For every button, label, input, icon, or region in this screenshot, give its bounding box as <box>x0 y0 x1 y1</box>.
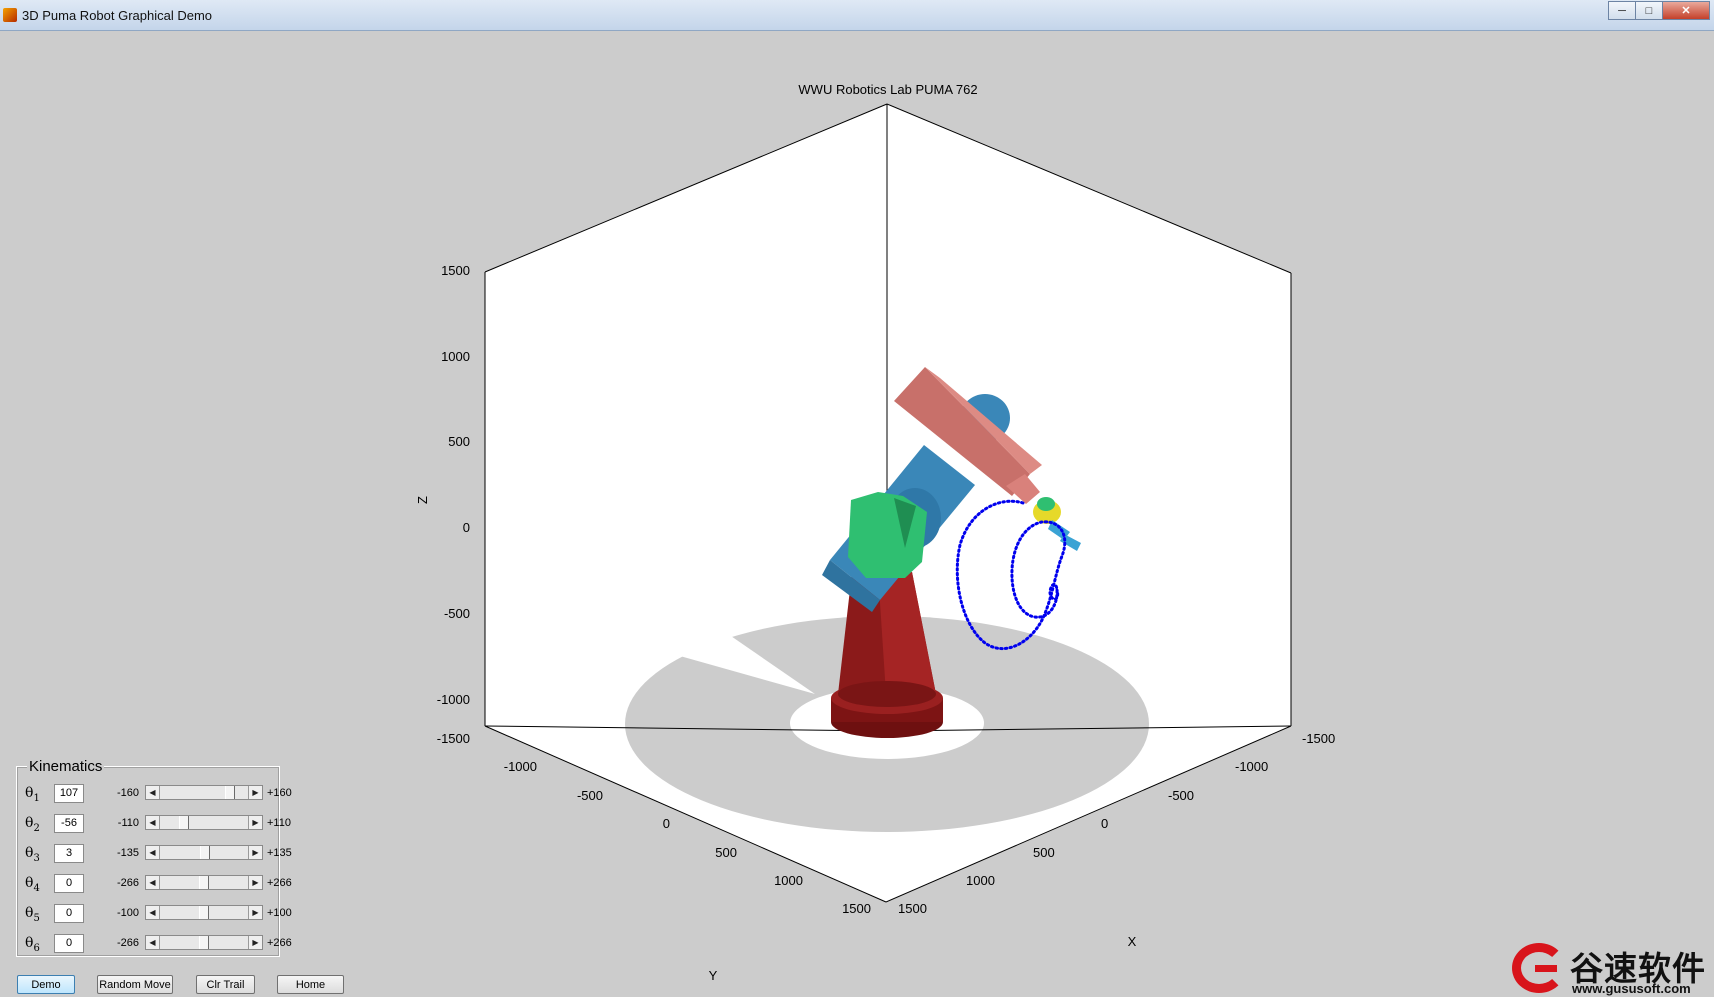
svg-text:1500: 1500 <box>842 901 871 916</box>
joint-4-min: -266 <box>116 877 139 889</box>
joint-4-value[interactable]: 0 <box>54 874 84 893</box>
svg-text:-1500: -1500 <box>1302 731 1335 746</box>
joint-4-max: +266 <box>267 877 292 889</box>
y-axis-label: Y <box>709 968 718 983</box>
joint-2-slider[interactable]: ◀ ▶ <box>145 815 263 830</box>
joint-6-value[interactable]: 0 <box>54 934 84 953</box>
joint-row-3: θ3 3 -135 ◀ ▶ +135 <box>23 842 292 866</box>
svg-text:-1000: -1000 <box>504 759 537 774</box>
svg-text:500: 500 <box>715 845 737 860</box>
joint-5-min: -100 <box>116 907 139 919</box>
joint-1-value[interactable]: 107 <box>54 784 84 803</box>
kinematics-title: Kinematics <box>27 758 105 775</box>
clr-trail-button[interactable]: Clr Trail <box>196 975 255 994</box>
slider-right-arrow-icon[interactable]: ▶ <box>248 936 262 949</box>
maximize-button[interactable]: □ <box>1635 1 1663 20</box>
slider-left-arrow-icon[interactable]: ◀ <box>146 786 160 799</box>
gusu-logo-icon <box>1512 943 1566 993</box>
slider-right-arrow-icon[interactable]: ▶ <box>248 876 262 889</box>
svg-text:-1500: -1500 <box>437 731 470 746</box>
plot-title: WWU Robotics Lab PUMA 762 <box>798 82 977 97</box>
joint-1-min: -160 <box>116 787 139 799</box>
joint-symbol: θ3 <box>25 845 40 864</box>
joint-row-2: θ2 -56 -110 ◀ ▶ +110 <box>23 812 291 836</box>
svg-text:0: 0 <box>1101 816 1108 831</box>
slider-thumb[interactable] <box>199 846 210 859</box>
slider-thumb[interactable] <box>199 936 209 949</box>
slider-right-arrow-icon[interactable]: ▶ <box>248 816 262 829</box>
slider-thumb[interactable] <box>225 786 236 799</box>
svg-text:1500: 1500 <box>441 263 470 278</box>
wrist-green <box>1037 497 1055 511</box>
svg-text:0: 0 <box>663 816 670 831</box>
svg-text:500: 500 <box>448 434 470 449</box>
random-move-button[interactable]: Random Move <box>97 975 173 994</box>
joint-symbol: θ6 <box>25 935 40 954</box>
joint-3-slider[interactable]: ◀ ▶ <box>145 845 263 860</box>
joint-symbol: θ5 <box>25 905 40 924</box>
joint-1-max: +160 <box>267 787 292 799</box>
svg-text:-1000: -1000 <box>1235 759 1268 774</box>
title-bar: 3D Puma Robot Graphical Demo ─ □ ✕ <box>0 0 1714 31</box>
svg-text:500: 500 <box>1033 845 1055 860</box>
window-title: 3D Puma Robot Graphical Demo <box>22 8 213 23</box>
joint-3-value[interactable]: 3 <box>54 844 84 863</box>
svg-text:-1000: -1000 <box>437 692 470 707</box>
svg-text:0: 0 <box>463 520 470 535</box>
joint-symbol: θ1 <box>25 785 40 804</box>
joint-3-max: +135 <box>267 847 292 859</box>
joint-6-slider[interactable]: ◀ ▶ <box>145 935 263 950</box>
minimize-button[interactable]: ─ <box>1608 1 1636 20</box>
z-axis-ticks: 1500 1000 500 0 -500 -1000 <box>437 263 470 707</box>
joint-5-max: +100 <box>267 907 292 919</box>
joint-row-1: θ1 107 -160 ◀ ▶ +160 <box>23 782 292 806</box>
home-button[interactable]: Home <box>277 975 344 994</box>
svg-text:1000: 1000 <box>966 873 995 888</box>
svg-text:1000: 1000 <box>441 349 470 364</box>
watermark: 谷速软件 www.gususoft.com <box>1512 940 1714 997</box>
joint-row-6: θ6 0 -266 ◀ ▶ +266 <box>23 932 292 956</box>
slider-right-arrow-icon[interactable]: ▶ <box>248 846 262 859</box>
x-axis-label: X <box>1128 934 1137 949</box>
slider-left-arrow-icon[interactable]: ◀ <box>146 876 160 889</box>
pedestal-bottom <box>838 681 936 707</box>
joint-4-slider[interactable]: ◀ ▶ <box>145 875 263 890</box>
slider-left-arrow-icon[interactable]: ◀ <box>146 816 160 829</box>
slider-thumb[interactable] <box>199 876 209 889</box>
joint-6-min: -266 <box>116 937 139 949</box>
joint-6-max: +266 <box>267 937 292 949</box>
joint-symbol: θ4 <box>25 875 40 894</box>
slider-right-arrow-icon[interactable]: ▶ <box>248 786 262 799</box>
slider-thumb[interactable] <box>199 906 209 919</box>
close-button[interactable]: ✕ <box>1662 1 1710 20</box>
joint-2-value[interactable]: -56 <box>54 814 84 833</box>
svg-text:1500: 1500 <box>898 901 927 916</box>
slider-left-arrow-icon[interactable]: ◀ <box>146 846 160 859</box>
joint-2-max: +110 <box>267 817 291 829</box>
svg-text:-500: -500 <box>577 788 603 803</box>
svg-text:-500: -500 <box>1168 788 1194 803</box>
joint-row-4: θ4 0 -266 ◀ ▶ +266 <box>23 872 292 896</box>
watermark-url: www.gususoft.com <box>1572 981 1691 996</box>
demo-button[interactable]: Demo <box>17 975 75 994</box>
joint-5-slider[interactable]: ◀ ▶ <box>145 905 263 920</box>
slider-left-arrow-icon[interactable]: ◀ <box>146 906 160 919</box>
window-controls: ─ □ ✕ <box>1608 1 1710 20</box>
joint-symbol: θ2 <box>25 815 40 834</box>
slider-left-arrow-icon[interactable]: ◀ <box>146 936 160 949</box>
slider-right-arrow-icon[interactable]: ▶ <box>248 906 262 919</box>
joint-5-value[interactable]: 0 <box>54 904 84 923</box>
kinematics-panel: Kinematics θ1 107 -160 ◀ ▶ +160 θ2 -56 -… <box>16 758 292 957</box>
joint-3-min: -135 <box>116 847 139 859</box>
joint-2-min: -110 <box>117 817 139 829</box>
matlab-icon <box>3 8 17 22</box>
joint-row-5: θ5 0 -100 ◀ ▶ +100 <box>23 902 292 926</box>
slider-thumb[interactable] <box>179 816 189 829</box>
svg-text:1000: 1000 <box>774 873 803 888</box>
z-axis-label: Z <box>415 496 430 504</box>
joint-1-slider[interactable]: ◀ ▶ <box>145 785 263 800</box>
shoulder <box>848 492 927 578</box>
svg-text:-500: -500 <box>444 606 470 621</box>
